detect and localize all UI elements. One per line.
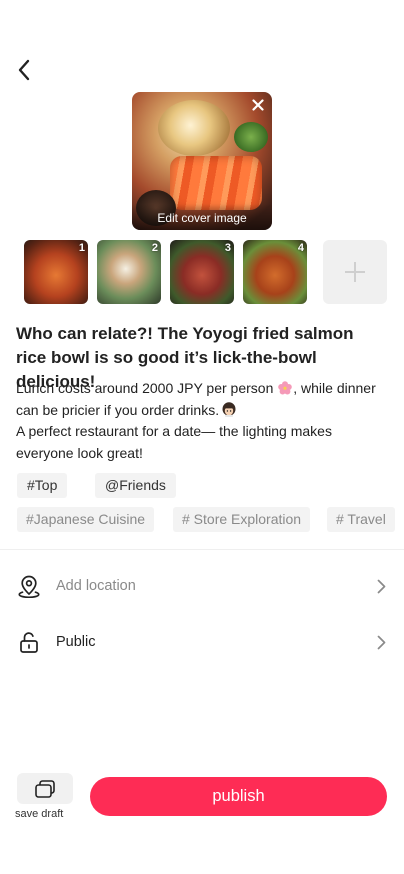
image-thumbnails: 1 2 3 4 [24,240,387,304]
drafts-icon [35,779,55,798]
post-body[interactable]: Lunch costs around 2000 JPY per person ,… [16,378,392,464]
tag-top[interactable]: #Top [17,473,68,498]
chevron-right-icon [374,634,388,650]
thumbnail-3[interactable]: 3 [170,240,234,304]
add-image-button[interactable] [323,240,387,304]
body-line-1-text: Lunch costs around 2000 JPY per person [16,380,274,396]
body-line-2: can be pricier if you order drinks. [16,400,392,422]
chevron-right-icon [374,578,388,594]
body-line-2-text: can be pricier if you order drinks. [16,401,220,418]
tag-japanese-cuisine[interactable]: #Japanese Cuisine [17,507,155,532]
thumbnail-1[interactable]: 1 [24,240,88,304]
cherry-blossom-icon [278,381,293,395]
chevron-left-icon [18,59,30,81]
back-button[interactable] [10,56,38,84]
thumbnail-number: 4 [297,242,304,254]
section-divider [0,549,404,550]
edit-cover-bar[interactable]: Edit cover image [132,204,272,230]
cover-photo-plate [158,100,230,156]
body-line-3: A perfect restaurant for a date— the lig… [16,423,332,439]
cover-photo-salmon [170,156,262,210]
remove-cover-button[interactable] [250,97,266,113]
edit-cover-label: Edit cover image [157,211,247,225]
body-line-1: Lunch costs around 2000 JPY per person ,… [16,378,392,400]
thumbnail-4[interactable]: 4 [243,240,307,304]
save-draft-label: save draft [15,808,64,820]
post-editor-screen: Edit cover image 1 2 3 4 Who can relate?… [0,0,404,874]
tag-store-exploration[interactable]: # Store Exploration [173,507,311,532]
cover-photo-garnish [234,122,268,152]
thumbnail-number: 2 [151,242,158,254]
visibility-label: Public [56,634,96,650]
publish-button[interactable]: publish [90,777,387,816]
thumbnail-number: 1 [78,242,85,254]
add-location-row[interactable]: Add location [16,571,388,601]
location-pin-icon [16,573,42,599]
thumbnail-2[interactable]: 2 [97,240,161,304]
tag-travel[interactable]: # Travel [327,507,395,532]
add-location-label: Add location [56,578,136,594]
close-icon [252,99,264,111]
thumbnail-number: 3 [224,242,231,254]
visibility-row[interactable]: Public [16,627,388,657]
cover-image[interactable]: Edit cover image [132,92,272,230]
body-line-1-tail: , while dinner [293,380,376,396]
plus-icon [345,262,365,282]
body-line-4: everyone look great! [16,444,143,461]
tag-friends[interactable]: @Friends [95,473,176,498]
unlock-icon [16,629,42,655]
girl-emoji-icon [222,401,236,417]
save-draft-button[interactable] [17,773,73,804]
